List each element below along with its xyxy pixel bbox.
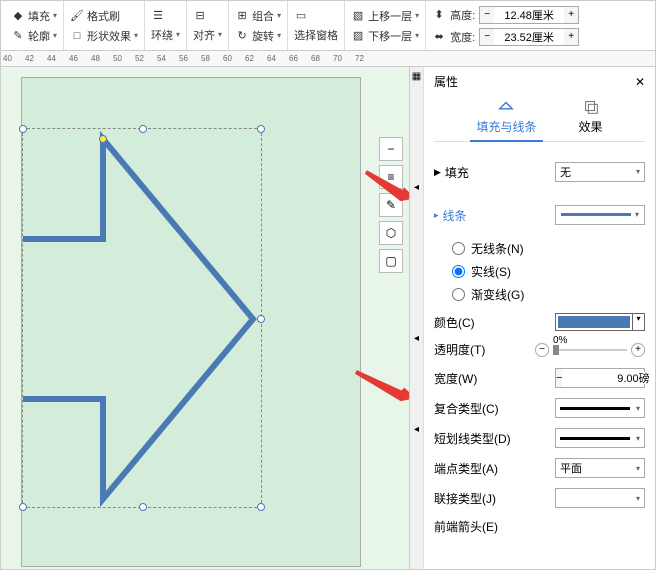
page (21, 77, 361, 567)
bring-forward-button[interactable]: ▧上移一层▾ (351, 8, 419, 24)
arrow-head-label: 前端箭头(E) (434, 518, 645, 535)
horizontal-ruler: 404244 464850 525456 586062 646668 7072 (1, 51, 655, 67)
brush-icon: 🖌 (70, 9, 84, 23)
panel-strip-icon[interactable]: ▦ (412, 71, 421, 82)
height-decrease-button[interactable]: − (480, 7, 494, 23)
join-label: 联接类型(J) (434, 490, 555, 507)
line-width-spinner[interactable]: − + (555, 368, 645, 388)
join-type-select[interactable]: ▾ (555, 488, 645, 508)
shape-effects-button[interactable]: □形状效果▾ (70, 28, 138, 44)
properties-panel: ▦ ◂ ◂ ◂ 属性 ✕ 填充与线条 效果 ▶ (409, 67, 655, 569)
width-decrease-button[interactable]: − (480, 29, 494, 45)
resize-handle-n[interactable] (139, 125, 147, 133)
tab-fill-line[interactable]: 填充与线条 (470, 96, 542, 142)
canvas[interactable]: − ≡ ✎ ⬡ ▢ (1, 67, 409, 569)
line-width-value[interactable] (562, 372, 655, 384)
resize-handle-se[interactable] (257, 503, 265, 511)
transparency-slider[interactable]: − 0% + (535, 343, 645, 357)
transparency-increase[interactable]: + (631, 343, 645, 357)
width-icon: ⬌ (432, 30, 446, 44)
outline-button[interactable]: ✎轮廓▾ (11, 28, 57, 44)
radio-solid-line[interactable]: 实线(S) (452, 263, 645, 280)
fill-button[interactable]: ◆填充▾ (11, 8, 57, 24)
transparency-label: 透明度(T) (434, 341, 535, 358)
line-color-picker[interactable]: ▾ (555, 313, 645, 331)
annotation-arrow-icon (351, 367, 409, 407)
compound-label: 复合类型(C) (434, 400, 555, 417)
send-backward-button[interactable]: ▨下移一层▾ (351, 28, 419, 44)
height-label: 高度: (450, 7, 475, 23)
panel-strip-arrow-icon[interactable]: ◂ (414, 424, 419, 435)
height-value[interactable] (494, 9, 564, 21)
cap-type-select[interactable]: 平面▾ (555, 458, 645, 478)
pen-icon: ✎ (11, 29, 25, 43)
top-toolbar: ◆填充▾ ✎轮廓▾ 🖌格式刷 □形状效果▾ ☰ 环绕▾ ⊟ 对齐▾ ⊞组合▾ ↻… (1, 1, 655, 51)
height-input[interactable]: − + (479, 6, 579, 24)
width-increase-button[interactable]: + (564, 29, 578, 45)
line-preview-select[interactable]: ▾ (555, 205, 645, 225)
panel-sidebar: ▦ ◂ ◂ ◂ (410, 67, 424, 569)
shape-selection[interactable] (22, 128, 262, 508)
shape-tool-button[interactable]: ⬡ (379, 221, 403, 245)
select-pane-button[interactable]: ▭ (294, 9, 338, 23)
forward-icon: ▧ (351, 9, 365, 23)
wrap-button[interactable]: ☰ (151, 9, 180, 23)
format-painter-button[interactable]: 🖌格式刷 (70, 8, 138, 24)
backward-icon: ▨ (351, 29, 365, 43)
width-value[interactable] (494, 31, 564, 43)
height-increase-button[interactable]: + (564, 7, 578, 23)
cap-label: 端点类型(A) (434, 460, 555, 477)
resize-handle-e[interactable] (257, 315, 265, 323)
effects-icon (582, 98, 600, 116)
fill-line-icon (497, 98, 515, 116)
group-button[interactable]: ⊞组合▾ (235, 8, 281, 24)
panel-title: 属性 (434, 73, 458, 90)
resize-handle-ne[interactable] (257, 125, 265, 133)
resize-handle-sw[interactable] (19, 503, 27, 511)
dash-label: 短划线类型(D) (434, 430, 555, 447)
collapse-button[interactable]: − (379, 137, 403, 161)
compound-type-select[interactable]: ▾ (555, 398, 645, 418)
radio-gradient-line[interactable]: 渐变线(G) (452, 286, 645, 303)
transparency-decrease[interactable]: − (535, 343, 549, 357)
line-type-radios: 无线条(N) 实线(S) 渐变线(G) (434, 240, 645, 303)
adjust-handle[interactable] (99, 135, 107, 143)
color-label: 颜色(C) (434, 314, 555, 331)
height-icon: ⬍ (432, 8, 446, 22)
radio-no-line[interactable]: 无线条(N) (452, 240, 645, 257)
tab-effects[interactable]: 效果 (573, 96, 609, 137)
pane-icon: ▭ (294, 9, 308, 23)
paint-bucket-icon: ◆ (11, 9, 25, 23)
line-section-header[interactable]: ▸线条 (434, 207, 467, 224)
line-width-label: 宽度(W) (434, 370, 555, 387)
panel-strip-arrow-icon[interactable]: ◂ (414, 182, 419, 193)
group-icon: ⊞ (235, 9, 249, 23)
rotate-icon: ↻ (235, 29, 249, 43)
width-input[interactable]: − + (479, 28, 579, 46)
fill-type-select[interactable]: 无▾ (555, 162, 645, 182)
panel-strip-arrow-icon[interactable]: ◂ (414, 333, 419, 344)
text-tool-button[interactable]: ▢ (379, 249, 403, 273)
arrow-shape[interactable] (23, 139, 253, 499)
close-icon[interactable]: ✕ (635, 75, 645, 89)
dash-type-select[interactable]: ▾ (555, 428, 645, 448)
effects-icon: □ (70, 29, 84, 43)
width-label: 宽度: (450, 29, 475, 45)
rotate-button[interactable]: ↻旋转▾ (235, 28, 281, 44)
wrap-icon: ☰ (151, 9, 165, 23)
align-icon: ⊟ (193, 9, 207, 23)
fill-section-header[interactable]: ▶填充 (434, 164, 469, 181)
annotation-arrow-icon (361, 167, 409, 207)
align-button[interactable]: ⊟ (193, 9, 222, 23)
resize-handle-s[interactable] (139, 503, 147, 511)
resize-handle-nw[interactable] (19, 125, 27, 133)
